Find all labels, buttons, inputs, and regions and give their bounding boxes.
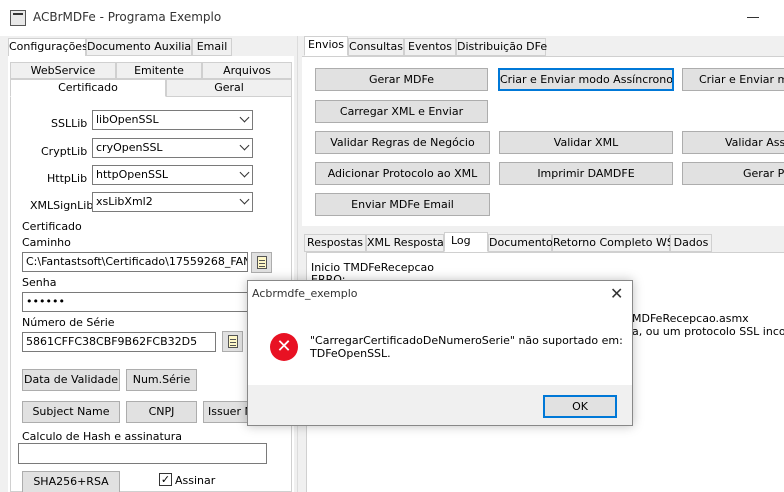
criar-enviar-assincrono-button[interactable]: Criar e Enviar modo Assíncrono [498,68,674,91]
xmlsignlib-select[interactable]: xsLibXml2 [92,192,253,212]
senha-input[interactable]: •••••• [22,292,272,312]
tab-distribuicao-dfe[interactable]: Distribuição DFe [456,38,547,56]
dialog-title: Acbrmdfe_exemplo [252,287,358,300]
title-bar: ACBrMDFe - Programa Exemplo [0,0,784,36]
validar-assinatura-button[interactable]: Validar Assin [682,131,784,154]
sha256-rsa-button[interactable]: SHA256+RSA [22,471,120,492]
document-icon [228,335,238,348]
hash-group-label: Calculo de Hash e assinatura [22,430,183,443]
cryptlib-label: CryptLib [41,145,88,158]
dialog-title-bar: Acbrmdfe_exemplo ✕ [248,281,632,307]
ssllib-value: libOpenSSL [96,113,159,126]
tab-webservice[interactable]: WebService [10,62,116,79]
error-dialog: Acbrmdfe_exemplo ✕ ✕ "CarregarCertificad… [247,280,633,426]
dialog-body: ✕ "CarregarCertificadoDeNumeroSerie" não… [248,307,632,385]
tab-envios[interactable]: Envios [304,36,348,56]
xmlsignlib-value: xsLibXml2 [96,195,153,208]
select-serie-button[interactable] [222,331,243,352]
ok-button[interactable]: OK [543,395,617,418]
log-line: a, ou um protocolo SSL incompat [632,325,784,338]
cnpj-button[interactable]: CNPJ [126,401,197,423]
dialog-message-line2: TDFeOpenSSL. [310,347,391,360]
validar-xml-button[interactable]: Validar XML [499,131,673,154]
adicionar-protocolo-button[interactable]: Adicionar Protocolo ao XML [315,162,490,185]
window-title: ACBrMDFe - Programa Exemplo [33,10,222,24]
tab-consultas[interactable]: Consultas [348,38,404,56]
validar-regras-button[interactable]: Validar Regras de Negócio [315,131,490,154]
tab-geral[interactable]: Geral [166,79,292,97]
error-icon: ✕ [270,333,298,361]
data-validade-button[interactable]: Data de Validade [22,369,120,391]
chevron-down-icon [239,167,250,178]
enviar-mdfe-email-button[interactable]: Enviar MDFe Email [315,193,490,216]
tab-certificado[interactable]: Certificado [10,79,166,97]
criar-enviar-sincrono-button[interactable]: Criar e Enviar mo [682,68,784,91]
caminho-input[interactable]: C:\Fantastsoft\Certificado\17559268_FANT… [22,252,248,272]
log-line: MDFeRecepcao.asmx [632,312,749,325]
tab-eventos[interactable]: Eventos [404,38,456,56]
browse-certificado-button[interactable] [251,252,272,273]
tab-documento-auxiliar[interactable]: Documento Auxiliar [86,38,196,56]
tab-emitente[interactable]: Emitente [116,62,202,79]
senha-label: Senha [22,276,57,289]
ssllib-label: SSLLib [51,117,88,130]
assinar-checkbox[interactable]: ✓ [159,473,172,486]
close-icon[interactable]: ✕ [610,284,623,303]
tab-log[interactable]: Log [444,232,488,252]
httplib-label: HttpLib [47,172,88,185]
subject-name-button[interactable]: Subject Name [22,401,120,423]
imprimir-damdfe-button[interactable]: Imprimir DAMDFE [499,162,673,185]
certificado-group-label: Certificado [22,220,82,233]
ssllib-select[interactable]: libOpenSSL [92,110,253,130]
chevron-down-icon [239,112,250,123]
numero-serie-label: Número de Série [22,316,115,329]
tab-respostas[interactable]: Respostas [304,234,366,252]
cryptlib-select[interactable]: cryOpenSSL [92,138,253,158]
caminho-label: Caminho [22,236,71,249]
gerar-pdf-button[interactable]: Gerar PD [682,162,784,185]
document-icon [257,256,267,269]
minimize-button[interactable] [747,17,759,18]
tab-xml-resposta[interactable]: XML Resposta [366,234,444,252]
carregar-xml-enviar-button[interactable]: Carregar XML e Enviar [315,100,488,123]
tab-dados[interactable]: Dados [670,234,712,252]
tab-configuracoes[interactable]: Configurações [8,38,88,57]
tab-email[interactable]: Email [192,38,232,56]
httplib-select[interactable]: httpOpenSSL [92,165,253,185]
num-serie-button[interactable]: Num.Série [126,369,197,391]
httplib-value: httpOpenSSL [96,168,169,181]
tab-arquivos[interactable]: Arquivos [202,62,292,79]
issuer-name-button[interactable]: Issuer N [203,401,253,423]
tab-documento[interactable]: Documento [488,234,553,252]
chevron-down-icon [239,140,250,151]
hash-input[interactable] [18,443,267,464]
assinar-label: Assinar [175,474,216,487]
chevron-down-icon [239,194,250,205]
dialog-message-line1: "CarregarCertificadoDeNumeroSerie" não s… [310,334,623,347]
gerar-mdfe-button[interactable]: Gerar MDFe [315,68,488,91]
tab-retorno-completo-ws[interactable]: Retorno Completo WS [552,234,674,252]
numero-serie-input[interactable]: 5861CFFC38CBF9B62FCB32D5 [22,332,216,352]
xmlsignlib-label: XMLSignLib [30,199,94,212]
cryptlib-value: cryOpenSSL [96,141,163,154]
app-icon [10,10,26,26]
